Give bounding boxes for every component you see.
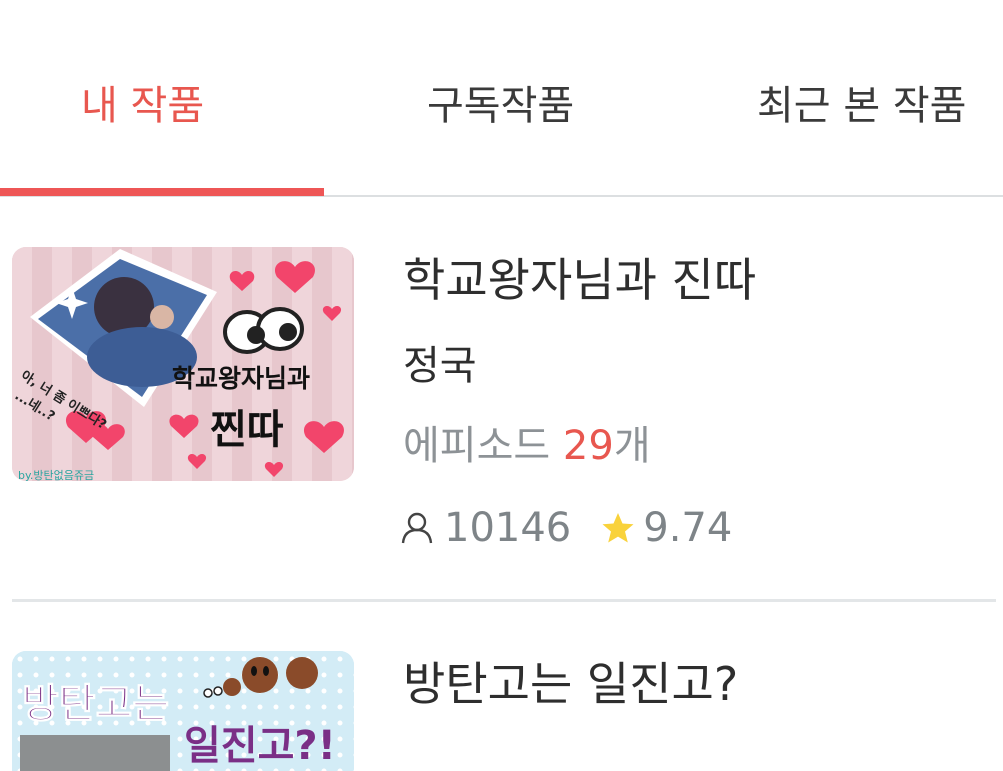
thumbnail-title-top: 학교왕자님과 — [172, 364, 311, 393]
work-author: 정국 — [403, 343, 477, 389]
episode-count: 에피소드 29개 — [403, 420, 651, 472]
work-thumbnail[interactable]: 방탄고는 일진고?! — [12, 651, 354, 771]
work-title[interactable]: 방탄고는 일진고? — [403, 654, 738, 714]
thumbnail-credit: by.방탄없음쥬금 — [18, 469, 95, 481]
work-thumbnail[interactable]: 학교왕자님과 찐따 아, 너 좀 이쁘다? ...네..? by.방탄없음쥬금 — [12, 247, 354, 481]
person-icon — [400, 511, 434, 545]
list-divider — [12, 599, 996, 602]
star-icon — [601, 511, 635, 545]
tab-my-works[interactable]: 내 작품 — [81, 78, 204, 134]
tab-bar: 내 작품 구독작품 최근 본 작품 — [0, 0, 1003, 197]
thumbnail-line1: 방탄고는 — [21, 681, 170, 728]
episode-unit: 개 — [613, 423, 651, 469]
tab-subscribed[interactable]: 구독작품 — [427, 78, 574, 134]
rating-value: 9.74 — [643, 505, 733, 551]
tab-recently-viewed[interactable]: 최근 본 작품 — [757, 78, 966, 134]
active-tab-indicator — [0, 188, 324, 196]
thumbnail-line2: 일진고?! — [184, 723, 336, 769]
episode-label: 에피소드 — [403, 423, 563, 469]
work-stats: 10146 9.74 — [400, 504, 732, 552]
episode-number: 29 — [562, 423, 614, 469]
view-count: 10146 — [444, 505, 572, 551]
thumbnail-title-bottom: 찐따 — [210, 407, 284, 453]
work-title[interactable]: 학교왕자님과 진따 — [403, 250, 756, 310]
